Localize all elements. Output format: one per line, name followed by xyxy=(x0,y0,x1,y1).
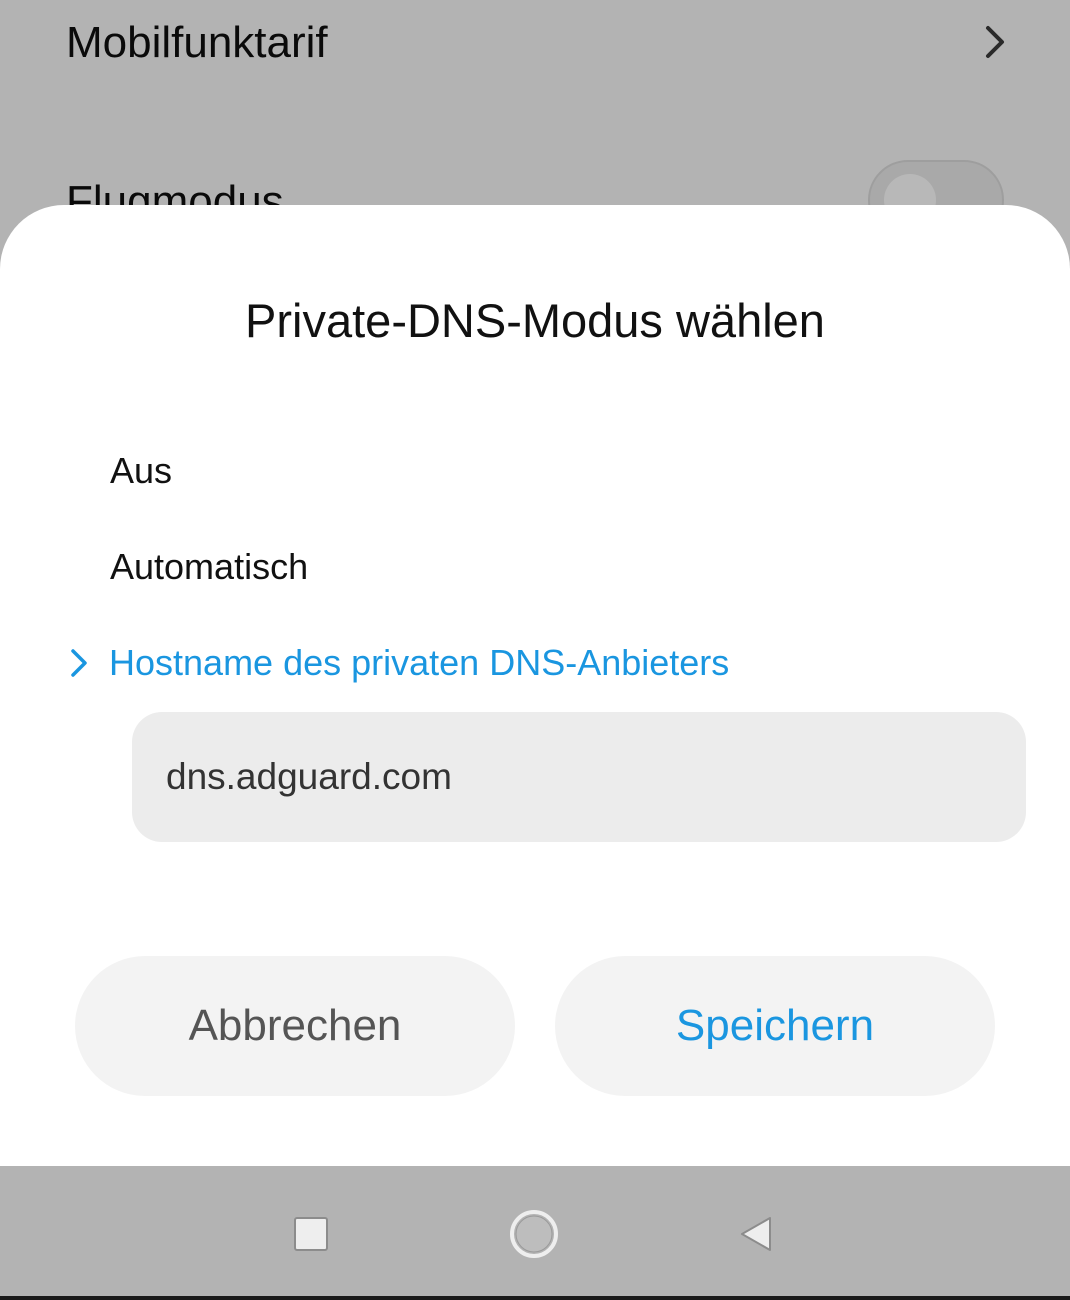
recents-button[interactable] xyxy=(281,1204,341,1264)
save-button[interactable]: Speichern xyxy=(555,956,995,1096)
dialog-title: Private-DNS-Modus wählen xyxy=(245,294,825,347)
chevron-right-icon xyxy=(71,649,87,677)
hostname-input[interactable] xyxy=(132,712,1026,842)
option-hostname[interactable]: Hostname des privaten DNS-Anbieters xyxy=(68,641,729,685)
chevron-right-icon xyxy=(986,26,1004,58)
private-dns-dialog: Private-DNS-Modus wählen Aus Automatisch… xyxy=(0,205,1070,1166)
cancel-button[interactable]: Abbrechen xyxy=(75,956,515,1096)
option-automatisch[interactable]: Automatisch xyxy=(110,546,308,588)
back-icon xyxy=(741,1217,771,1251)
option-aus[interactable]: Aus xyxy=(110,450,172,492)
recents-icon xyxy=(294,1217,328,1251)
home-button[interactable] xyxy=(504,1204,564,1264)
navigation-bar xyxy=(0,1166,1070,1300)
home-icon xyxy=(510,1210,558,1258)
option-hostname-label: Hostname des privaten DNS-Anbieters xyxy=(109,642,730,683)
back-button[interactable] xyxy=(726,1204,786,1264)
settings-item-mobilfunktarif: Mobilfunktarif xyxy=(66,18,328,67)
bottom-edge xyxy=(0,1296,1070,1300)
